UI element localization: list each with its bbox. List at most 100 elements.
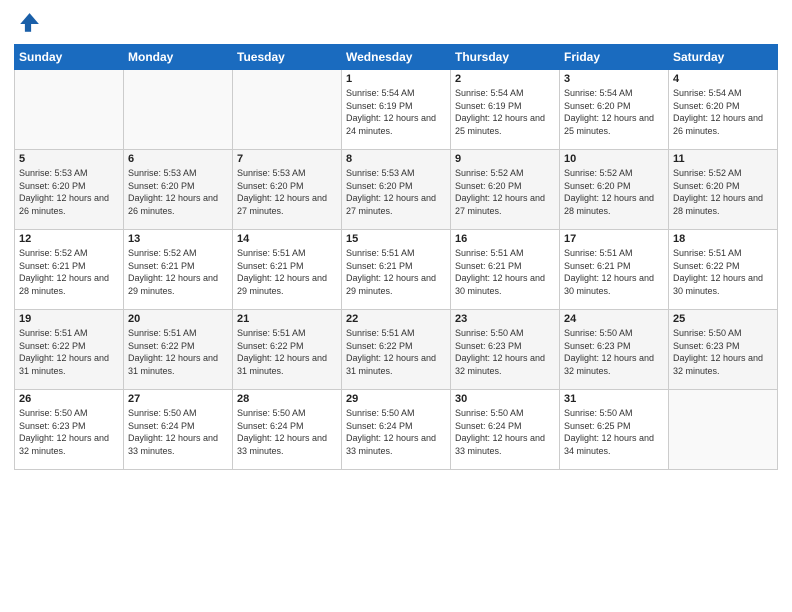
day-info: Sunrise: 5:53 AM Sunset: 6:20 PM Dayligh… (128, 167, 228, 217)
day-number: 11 (673, 153, 773, 165)
day-info: Sunrise: 5:51 AM Sunset: 6:21 PM Dayligh… (237, 247, 337, 297)
calendar-day-cell: 18 Sunrise: 5:51 AM Sunset: 6:22 PM Dayli… (669, 230, 778, 310)
day-number: 31 (564, 393, 664, 405)
calendar-header-row: SundayMondayTuesdayWednesdayThursdayFrid… (15, 45, 778, 70)
weekday-header: Tuesday (233, 45, 342, 70)
day-info: Sunrise: 5:54 AM Sunset: 6:20 PM Dayligh… (673, 87, 773, 137)
day-number: 25 (673, 313, 773, 325)
calendar-day-cell: 31 Sunrise: 5:50 AM Sunset: 6:25 PM Dayli… (560, 390, 669, 470)
logo (14, 10, 46, 38)
day-number: 27 (128, 393, 228, 405)
day-info: Sunrise: 5:51 AM Sunset: 6:22 PM Dayligh… (128, 327, 228, 377)
calendar-week-row: 12 Sunrise: 5:52 AM Sunset: 6:21 PM Dayli… (15, 230, 778, 310)
logo-icon (14, 10, 42, 38)
day-info: Sunrise: 5:50 AM Sunset: 6:23 PM Dayligh… (455, 327, 555, 377)
day-info: Sunrise: 5:50 AM Sunset: 6:24 PM Dayligh… (237, 407, 337, 457)
calendar-day-cell: 21 Sunrise: 5:51 AM Sunset: 6:22 PM Dayli… (233, 310, 342, 390)
calendar-day-cell: 29 Sunrise: 5:50 AM Sunset: 6:24 PM Dayli… (342, 390, 451, 470)
calendar-day-cell: 16 Sunrise: 5:51 AM Sunset: 6:21 PM Dayli… (451, 230, 560, 310)
weekday-header: Monday (124, 45, 233, 70)
day-number: 24 (564, 313, 664, 325)
day-number: 3 (564, 73, 664, 85)
day-info: Sunrise: 5:50 AM Sunset: 6:25 PM Dayligh… (564, 407, 664, 457)
day-info: Sunrise: 5:50 AM Sunset: 6:23 PM Dayligh… (673, 327, 773, 377)
calendar-day-cell: 25 Sunrise: 5:50 AM Sunset: 6:23 PM Dayli… (669, 310, 778, 390)
day-number: 12 (19, 233, 119, 245)
day-info: Sunrise: 5:54 AM Sunset: 6:19 PM Dayligh… (455, 87, 555, 137)
day-number: 28 (237, 393, 337, 405)
day-number: 1 (346, 73, 446, 85)
day-info: Sunrise: 5:52 AM Sunset: 6:21 PM Dayligh… (128, 247, 228, 297)
calendar-day-cell: 12Sunrise: 5:52 AM Sunset: 6:21 PM Dayli… (15, 230, 124, 310)
day-info: Sunrise: 5:52 AM Sunset: 6:20 PM Dayligh… (673, 167, 773, 217)
calendar-week-row: 19Sunrise: 5:51 AM Sunset: 6:22 PM Dayli… (15, 310, 778, 390)
calendar-week-row: 1 Sunrise: 5:54 AM Sunset: 6:19 PM Daylig… (15, 70, 778, 150)
day-info: Sunrise: 5:50 AM Sunset: 6:23 PM Dayligh… (564, 327, 664, 377)
day-info: Sunrise: 5:52 AM Sunset: 6:20 PM Dayligh… (455, 167, 555, 217)
weekday-header: Wednesday (342, 45, 451, 70)
day-number: 4 (673, 73, 773, 85)
day-info: Sunrise: 5:50 AM Sunset: 6:24 PM Dayligh… (346, 407, 446, 457)
calendar-day-cell: 2 Sunrise: 5:54 AM Sunset: 6:19 PM Daylig… (451, 70, 560, 150)
calendar-day-cell: 22 Sunrise: 5:51 AM Sunset: 6:22 PM Dayli… (342, 310, 451, 390)
day-number: 2 (455, 73, 555, 85)
day-info: Sunrise: 5:51 AM Sunset: 6:21 PM Dayligh… (346, 247, 446, 297)
day-number: 9 (455, 153, 555, 165)
day-info: Sunrise: 5:51 AM Sunset: 6:22 PM Dayligh… (237, 327, 337, 377)
calendar-day-cell (233, 70, 342, 150)
day-number: 20 (128, 313, 228, 325)
day-number: 7 (237, 153, 337, 165)
calendar-day-cell: 14Sunrise: 5:51 AM Sunset: 6:21 PM Dayli… (233, 230, 342, 310)
day-info: Sunrise: 5:51 AM Sunset: 6:22 PM Dayligh… (346, 327, 446, 377)
day-number: 10 (564, 153, 664, 165)
day-number: 16 (455, 233, 555, 245)
page-header (14, 10, 778, 38)
day-info: Sunrise: 5:53 AM Sunset: 6:20 PM Dayligh… (346, 167, 446, 217)
day-info: Sunrise: 5:53 AM Sunset: 6:20 PM Dayligh… (19, 167, 119, 217)
day-number: 23 (455, 313, 555, 325)
day-number: 13 (128, 233, 228, 245)
day-number: 5 (19, 153, 119, 165)
calendar-day-cell: 13 Sunrise: 5:52 AM Sunset: 6:21 PM Dayli… (124, 230, 233, 310)
day-number: 17 (564, 233, 664, 245)
calendar-day-cell: 28 Sunrise: 5:50 AM Sunset: 6:24 PM Dayli… (233, 390, 342, 470)
day-number: 30 (455, 393, 555, 405)
day-info: Sunrise: 5:51 AM Sunset: 6:21 PM Dayligh… (455, 247, 555, 297)
calendar-table: SundayMondayTuesdayWednesdayThursdayFrid… (14, 44, 778, 470)
day-info: Sunrise: 5:54 AM Sunset: 6:19 PM Dayligh… (346, 87, 446, 137)
weekday-header: Sunday (15, 45, 124, 70)
day-number: 26 (19, 393, 119, 405)
day-info: Sunrise: 5:51 AM Sunset: 6:22 PM Dayligh… (673, 247, 773, 297)
day-number: 22 (346, 313, 446, 325)
calendar-day-cell: 23 Sunrise: 5:50 AM Sunset: 6:23 PM Dayli… (451, 310, 560, 390)
calendar-day-cell: 26 Sunrise: 5:50 AM Sunset: 6:23 PM Dayli… (15, 390, 124, 470)
day-number: 8 (346, 153, 446, 165)
day-info: Sunrise: 5:50 AM Sunset: 6:24 PM Dayligh… (128, 407, 228, 457)
day-number: 21 (237, 313, 337, 325)
calendar-day-cell: 8 Sunrise: 5:53 AM Sunset: 6:20 PM Daylig… (342, 150, 451, 230)
day-number: 29 (346, 393, 446, 405)
calendar-day-cell (669, 390, 778, 470)
calendar-day-cell: 1 Sunrise: 5:54 AM Sunset: 6:19 PM Daylig… (342, 70, 451, 150)
calendar-day-cell (15, 70, 124, 150)
weekday-header: Friday (560, 45, 669, 70)
calendar-day-cell: 7Sunrise: 5:53 AM Sunset: 6:20 PM Daylig… (233, 150, 342, 230)
day-info: Sunrise: 5:54 AM Sunset: 6:20 PM Dayligh… (564, 87, 664, 137)
day-number: 18 (673, 233, 773, 245)
day-info: Sunrise: 5:50 AM Sunset: 6:23 PM Dayligh… (19, 407, 119, 457)
weekday-header: Thursday (451, 45, 560, 70)
day-info: Sunrise: 5:52 AM Sunset: 6:20 PM Dayligh… (564, 167, 664, 217)
calendar-day-cell: 30Sunrise: 5:50 AM Sunset: 6:24 PM Dayli… (451, 390, 560, 470)
calendar-week-row: 5 Sunrise: 5:53 AM Sunset: 6:20 PM Daylig… (15, 150, 778, 230)
calendar-day-cell: 3 Sunrise: 5:54 AM Sunset: 6:20 PM Daylig… (560, 70, 669, 150)
calendar-day-cell: 6Sunrise: 5:53 AM Sunset: 6:20 PM Daylig… (124, 150, 233, 230)
calendar-day-cell: 20 Sunrise: 5:51 AM Sunset: 6:22 PM Dayli… (124, 310, 233, 390)
calendar-day-cell: 17 Sunrise: 5:51 AM Sunset: 6:21 PM Dayli… (560, 230, 669, 310)
calendar-day-cell: 9 Sunrise: 5:52 AM Sunset: 6:20 PM Daylig… (451, 150, 560, 230)
calendar-day-cell: 4 Sunrise: 5:54 AM Sunset: 6:20 PM Daylig… (669, 70, 778, 150)
calendar-day-cell: 24 Sunrise: 5:50 AM Sunset: 6:23 PM Dayli… (560, 310, 669, 390)
day-info: Sunrise: 5:51 AM Sunset: 6:21 PM Dayligh… (564, 247, 664, 297)
calendar-day-cell: 5 Sunrise: 5:53 AM Sunset: 6:20 PM Daylig… (15, 150, 124, 230)
day-number: 15 (346, 233, 446, 245)
calendar-day-cell: 11 Sunrise: 5:52 AM Sunset: 6:20 PM Dayli… (669, 150, 778, 230)
